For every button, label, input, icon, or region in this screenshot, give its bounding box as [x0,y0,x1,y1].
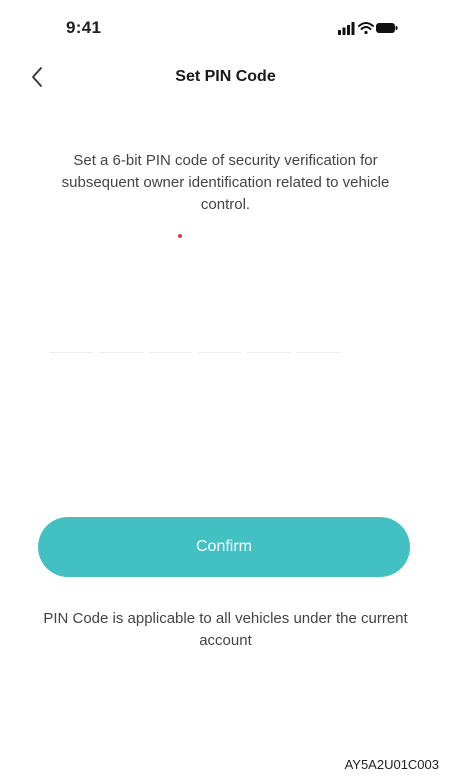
confirm-button[interactable]: Confirm [38,517,410,577]
signal-icon [338,22,355,35]
figure-code: AY5A2U01C003 [344,757,439,772]
pin-slot[interactable] [296,352,340,353]
nav-bar: Set PIN Code [0,58,451,98]
pin-slot[interactable] [50,352,94,353]
pin-input[interactable] [50,352,340,354]
pin-description: Set a 6-bit PIN code of security verific… [61,152,390,213]
wifi-icon [358,22,374,35]
required-indicator [178,234,182,238]
page-title: Set PIN Code [175,68,276,85]
status-bar: 9:41 [0,0,451,50]
applicability-note: PIN Code is applicable to all vehicles u… [43,610,408,649]
pin-slot[interactable] [99,352,143,353]
pin-slot[interactable] [148,352,192,353]
battery-icon [376,23,398,33]
pin-slot[interactable] [247,352,291,353]
status-time: 9:41 [66,18,102,37]
status-icons [338,20,398,36]
pin-slot[interactable] [197,352,242,353]
